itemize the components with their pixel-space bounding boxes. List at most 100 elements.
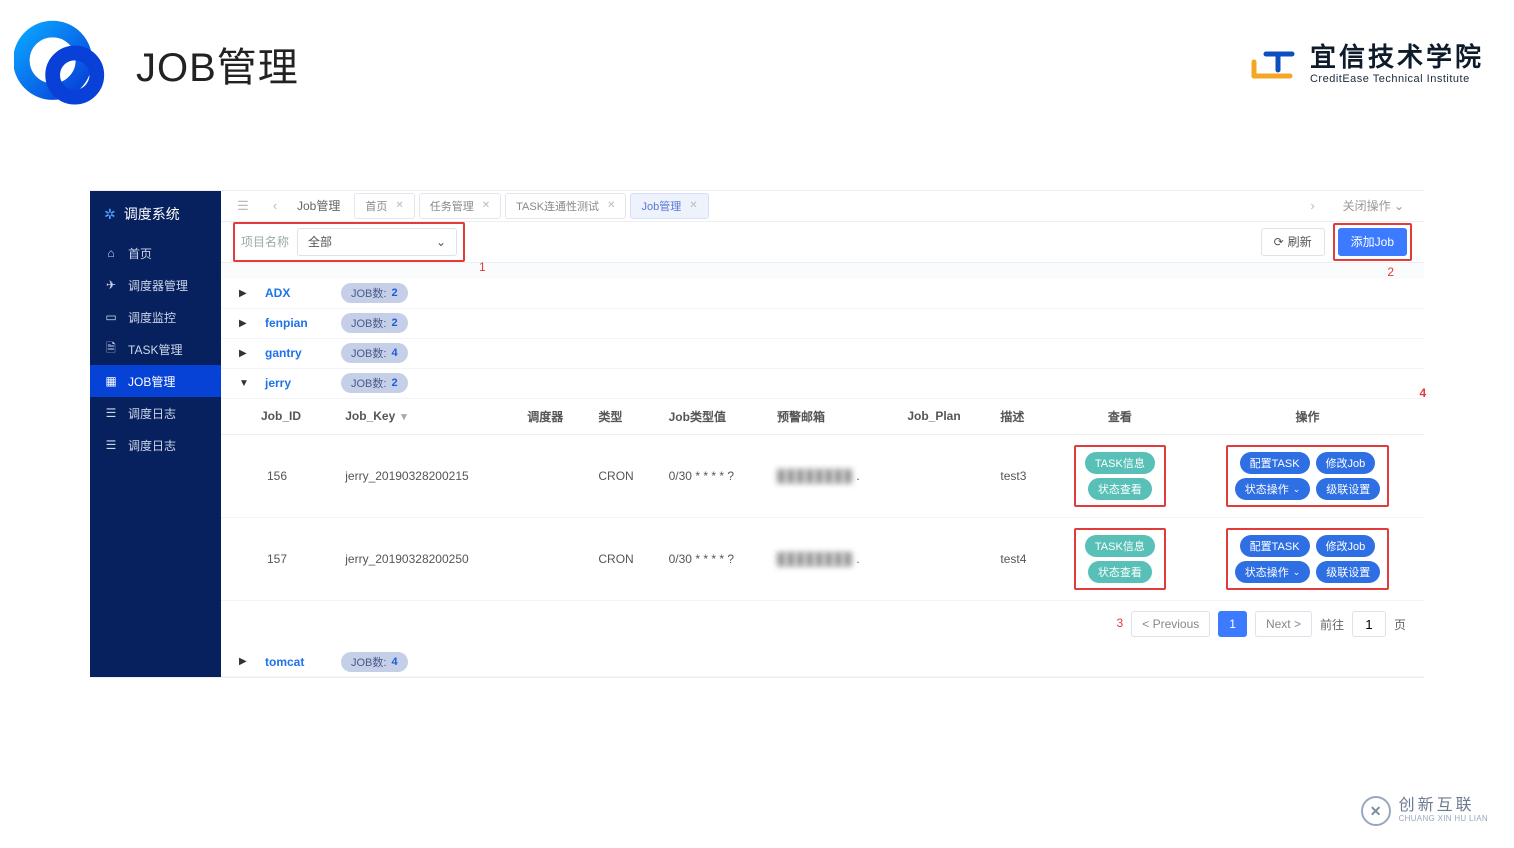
close-icon[interactable]: ✕ <box>395 200 403 211</box>
group-row[interactable]: ▶tomcatJOB数: 4 <box>221 647 1424 677</box>
cell-email: ████████ . <box>767 435 897 518</box>
annotation-2: 2 <box>221 263 1424 279</box>
close-ops-dropdown[interactable]: 关闭操作 ⌄ <box>1331 197 1416 214</box>
sidebar-item-task[interactable]: 🗎TASK管理 <box>90 333 221 365</box>
config-task-chip[interactable]: 配置TASK <box>1240 535 1310 557</box>
tab-label: 任务管理 <box>430 198 474 214</box>
sidebar-item-job[interactable]: ▦JOB管理 <box>90 365 221 397</box>
col-scheduler[interactable]: 调度器 <box>517 399 588 435</box>
cell-job-key: jerry_20190328200215 <box>335 435 517 518</box>
filter-icon[interactable]: ▾ <box>401 411 407 423</box>
logo-icon <box>14 18 106 110</box>
tab-label: 首页 <box>365 198 387 214</box>
job-count-pill: JOB数: 2 <box>341 313 408 333</box>
tab-nav-next-icon[interactable]: › <box>1299 192 1327 220</box>
hub-icon: ✲ <box>104 206 116 223</box>
cell-view: TASK信息状态查看 <box>1049 435 1191 518</box>
close-icon[interactable]: ✕ <box>482 200 490 211</box>
task-info-chip[interactable]: TASK信息 <box>1085 452 1155 474</box>
group-name: jerry <box>265 376 325 390</box>
col-type-val[interactable]: Job类型值 <box>659 399 767 435</box>
col-job-id[interactable]: Job_ID <box>221 399 335 435</box>
page-unit: 页 <box>1394 616 1406 633</box>
status-view-chip[interactable]: 状态查看 <box>1088 561 1152 583</box>
watermark-cn: 创新互联 <box>1399 798 1488 815</box>
config-task-chip[interactable]: 配置TASK <box>1240 452 1310 474</box>
brand-en: CreditEase Technical Institute <box>1310 73 1470 86</box>
cell-type-val: 0/30 * * * * ? <box>659 435 767 518</box>
caret-right-icon: ▶ <box>239 656 249 667</box>
edit-job-chip[interactable]: 修改Job <box>1316 535 1376 557</box>
caret-right-icon: ▶ <box>239 288 249 299</box>
log-icon: ☰ <box>104 406 118 420</box>
tab-task-conn[interactable]: TASK连通性测试 ✕ <box>505 193 626 219</box>
add-job-button[interactable]: 添加Job <box>1338 228 1407 256</box>
group-row[interactable]: ▼jerryJOB数: 2 <box>221 369 1424 399</box>
log-icon: ☰ <box>104 438 118 452</box>
group-row[interactable]: ▶ADXJOB数: 2 <box>221 279 1424 309</box>
prev-page-button[interactable]: < Previous <box>1131 611 1210 637</box>
job-count-pill: JOB数: 4 <box>341 652 408 672</box>
sidebar-item-log-1[interactable]: ☰调度日志 <box>90 397 221 429</box>
annotation-box-4: 配置TASK 修改Job状态操作⌄级联设置 <box>1226 445 1390 507</box>
project-select[interactable]: 全部 ⌄ <box>297 228 457 256</box>
annotation-box-3: TASK信息状态查看 <box>1074 445 1166 507</box>
cell-desc: test3 <box>990 435 1048 518</box>
filter-label: 项目名称 <box>241 233 289 250</box>
tab-job-manage[interactable]: Job管理✕ <box>630 193 708 219</box>
col-plan[interactable]: Job_Plan <box>897 399 990 435</box>
status-view-chip[interactable]: 状态查看 <box>1088 478 1152 500</box>
next-page-button[interactable]: Next > <box>1255 611 1312 637</box>
col-desc[interactable]: 描述 <box>990 399 1048 435</box>
close-icon[interactable]: ✕ <box>689 200 697 211</box>
edit-job-chip[interactable]: 修改Job <box>1316 452 1376 474</box>
tab-label: TASK连通性测试 <box>516 198 599 214</box>
tab-nav-prev-icon[interactable]: ‹ <box>261 192 289 220</box>
sidebar-item-label: 调度监控 <box>128 309 176 326</box>
task-info-chip[interactable]: TASK信息 <box>1085 535 1155 557</box>
sidebar-item-scheduler[interactable]: ✈调度器管理 <box>90 269 221 301</box>
status-op-chip[interactable]: 状态操作⌄ <box>1235 561 1311 583</box>
group-row[interactable]: ▶gantryJOB数: 4 <box>221 339 1424 369</box>
job-table: Job_ID Job_Key▾ 调度器 类型 Job类型值 预警邮箱 Job_P… <box>221 399 1424 602</box>
cell-ops: 配置TASK 修改Job状态操作⌄级联设置 <box>1191 435 1424 518</box>
caret-down-icon: ▼ <box>239 378 249 389</box>
sidebar-item-label: 首页 <box>128 245 152 262</box>
col-email[interactable]: 预警邮箱 <box>767 399 897 435</box>
annotation-4: 4 <box>1419 386 1426 400</box>
rocket-icon: ✈ <box>104 278 118 292</box>
page-1-button[interactable]: 1 <box>1218 611 1247 637</box>
status-op-chip[interactable]: 状态操作⌄ <box>1235 478 1311 500</box>
job-count-pill: JOB数: 2 <box>341 283 408 303</box>
close-icon[interactable]: ✕ <box>607 200 615 211</box>
cell-type: CRON <box>588 435 658 518</box>
menu-toggle-icon[interactable]: ☰ <box>229 192 257 220</box>
group-row[interactable]: ▶ fenpian JOB数: 2 <box>221 309 1424 339</box>
col-job-key[interactable]: Job_Key▾ <box>335 399 517 435</box>
col-view[interactable]: 查看 <box>1049 399 1191 435</box>
tab-home[interactable]: 首页 ✕ <box>354 193 414 219</box>
cascade-chip[interactable]: 级联设置 <box>1316 561 1380 583</box>
sidebar-item-log-2[interactable]: ☰调度日志 <box>90 429 221 461</box>
refresh-icon: ⟳ <box>1274 235 1284 249</box>
group-name: fenpian <box>265 316 325 330</box>
brand-mark-icon <box>1248 46 1296 82</box>
sidebar-item-home[interactable]: ⌂首页 <box>90 237 221 269</box>
cell-plan <box>897 518 990 601</box>
cell-job-key: jerry_20190328200250 <box>335 518 517 601</box>
goto-page-input[interactable] <box>1352 611 1386 637</box>
tab-task-manage[interactable]: 任务管理 ✕ <box>419 193 501 219</box>
col-ops[interactable]: 操作4 <box>1191 399 1424 435</box>
cascade-chip[interactable]: 级联设置 <box>1316 478 1380 500</box>
col-type[interactable]: 类型 <box>588 399 658 435</box>
caret-right-icon: ▶ <box>239 318 249 329</box>
monitor-icon: ▭ <box>104 310 118 324</box>
sidebar-item-monitor[interactable]: ▭ 调度监控 <box>90 301 221 333</box>
chevron-down-icon: ⌄ <box>436 235 446 249</box>
watermark-icon: ✕ <box>1361 796 1391 826</box>
cell-ops: 配置TASK 修改Job状态操作⌄级联设置 <box>1191 518 1424 601</box>
cell-job-id: 157 <box>221 518 335 601</box>
project-groups: ▶ADXJOB数: 2 ▶ fenpian JOB数: 2 ▶gantryJOB数:… <box>221 279 1424 678</box>
refresh-button[interactable]: ⟳刷新 <box>1261 228 1325 256</box>
goto-label: 前往 <box>1320 616 1344 633</box>
